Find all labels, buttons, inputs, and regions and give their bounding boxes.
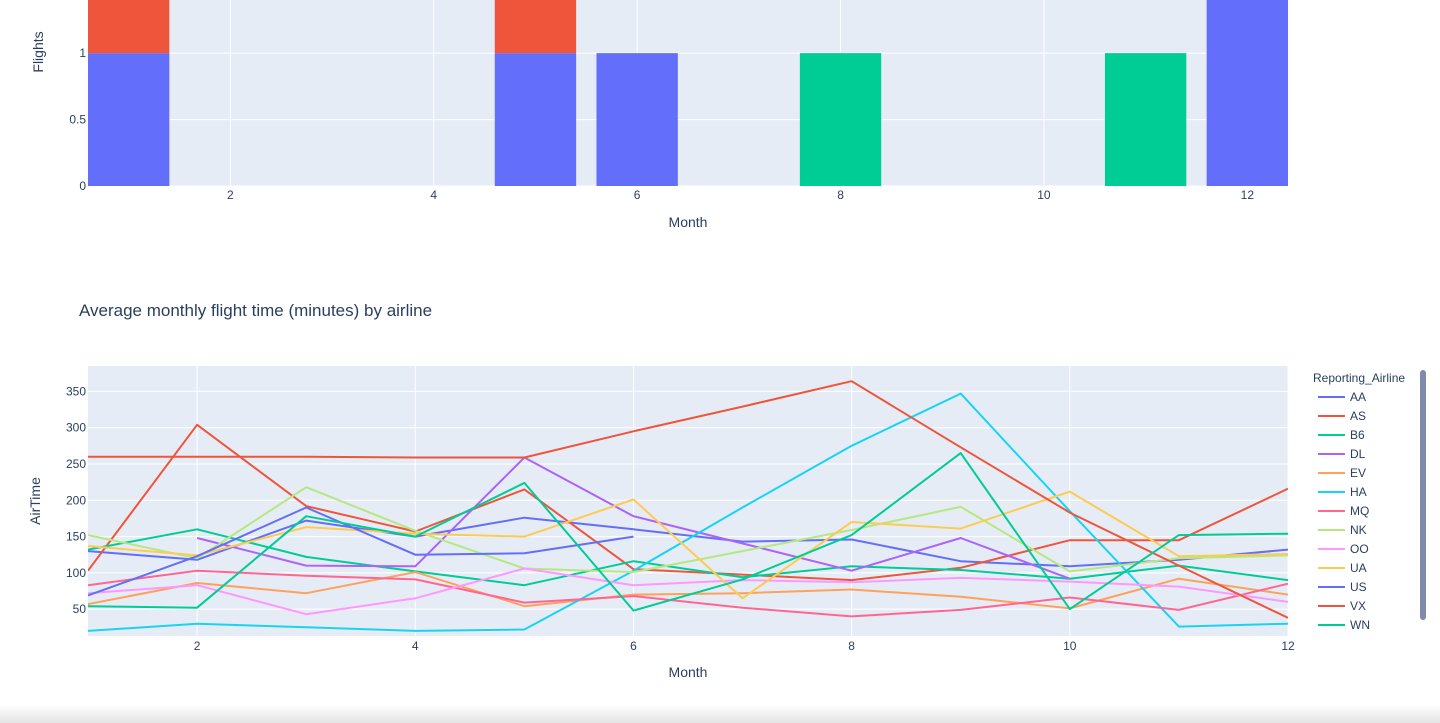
bottom-x-tick-label: 10 xyxy=(1063,639,1077,653)
chart-title: Average monthly flight time (minutes) by… xyxy=(79,301,432,320)
top-x-axis-label: Month xyxy=(669,214,708,230)
legend-item-label: B6 xyxy=(1350,428,1365,442)
legend-item-b6[interactable]: B6 xyxy=(1318,428,1365,442)
bottom-y-tick-label: 350 xyxy=(66,384,86,398)
legend-item-label: OO xyxy=(1350,542,1369,556)
flights-bar-chart: 2 4 6 8 10 12 00.51 Month Flights xyxy=(30,0,1288,230)
legend-scrollbar[interactable] xyxy=(1420,370,1426,620)
legend: Reporting_Airline AA AS B6 DL EV HA MQ NK OO UA US… xyxy=(1313,370,1426,632)
bar xyxy=(88,53,170,187)
legend-item-label: AS xyxy=(1350,409,1366,423)
bottom-shadow xyxy=(0,705,1440,723)
top-y-axis-label: Flights xyxy=(30,31,46,72)
top-x-tick-label: 8 xyxy=(837,188,844,202)
top-y-tick-label: 0.5 xyxy=(69,113,86,127)
bottom-y-axis-label: AirTime xyxy=(27,477,43,525)
bottom-x-tick-label: 12 xyxy=(1281,639,1295,653)
legend-item-label: EV xyxy=(1350,466,1366,480)
bar xyxy=(1206,0,1288,186)
top-x-tick-label: 2 xyxy=(227,188,234,202)
legend-item-ha[interactable]: HA xyxy=(1318,485,1367,499)
legend-item-label: WN xyxy=(1350,618,1370,632)
legend-item-vx[interactable]: VX xyxy=(1318,599,1366,613)
legend-title: Reporting_Airline xyxy=(1313,371,1405,385)
legend-item-wn[interactable]: WN xyxy=(1318,618,1370,632)
bar xyxy=(494,53,577,187)
legend-item-aa[interactable]: AA xyxy=(1318,390,1366,404)
legend-items: AA AS B6 DL EV HA MQ NK OO UA US VX WN xyxy=(1318,390,1370,632)
bar xyxy=(494,0,577,54)
legend-item-label: AA xyxy=(1350,390,1366,404)
legend-item-label: UA xyxy=(1350,561,1367,575)
legend-item-dl[interactable]: DL xyxy=(1318,447,1366,461)
bar xyxy=(799,53,882,187)
airtime-line-chart: Average monthly flight time (minutes) by… xyxy=(27,301,1295,680)
bar xyxy=(1104,53,1187,187)
legend-item-label: VX xyxy=(1350,599,1366,613)
top-x-tick-label: 12 xyxy=(1241,188,1255,202)
bottom-x-tick-label: 8 xyxy=(848,639,855,653)
legend-item-label: NK xyxy=(1350,523,1367,537)
top-x-tick-label: 4 xyxy=(430,188,437,202)
bottom-y-tick-label: 100 xyxy=(66,566,86,580)
legend-item-label: US xyxy=(1350,580,1367,594)
legend-item-label: DL xyxy=(1350,447,1366,461)
bottom-x-ticks: 2 4 6 8 10 12 xyxy=(194,639,1295,653)
bottom-x-axis-label: Month xyxy=(669,664,708,680)
top-y-tick-label: 1 xyxy=(79,46,86,60)
bar xyxy=(88,0,170,54)
top-x-tick-label: 6 xyxy=(634,188,641,202)
bottom-y-ticks: 50 100 150 200 250 300 350 xyxy=(66,384,86,616)
legend-item-as[interactable]: AS xyxy=(1318,409,1366,423)
bar xyxy=(596,53,678,187)
legend-item-ev[interactable]: EV xyxy=(1318,466,1366,480)
top-x-ticks: 2 4 6 8 10 12 xyxy=(227,188,1254,202)
bottom-x-tick-label: 4 xyxy=(412,639,419,653)
legend-item-label: HA xyxy=(1350,485,1367,499)
legend-item-us[interactable]: US xyxy=(1318,580,1367,594)
bottom-y-tick-label: 50 xyxy=(73,602,87,616)
bottom-y-tick-label: 200 xyxy=(66,493,86,507)
top-y-tick-label: 0 xyxy=(79,179,86,193)
legend-item-ua[interactable]: UA xyxy=(1318,561,1367,575)
legend-item-label: MQ xyxy=(1350,504,1369,518)
bottom-x-tick-label: 6 xyxy=(630,639,637,653)
top-x-tick-label: 10 xyxy=(1037,188,1051,202)
legend-item-oo[interactable]: OO xyxy=(1318,542,1369,556)
bottom-y-tick-label: 300 xyxy=(66,421,86,435)
top-y-ticks: 00.51 xyxy=(69,46,86,193)
legend-item-nk[interactable]: NK xyxy=(1318,523,1367,537)
legend-item-mq[interactable]: MQ xyxy=(1318,504,1369,518)
bottom-y-tick-label: 150 xyxy=(66,530,86,544)
charts-canvas: 2 4 6 8 10 12 00.51 Month Flights Average mon… xyxy=(27,0,1426,680)
bottom-x-tick-label: 2 xyxy=(194,639,201,653)
bottom-y-tick-label: 250 xyxy=(66,457,86,471)
